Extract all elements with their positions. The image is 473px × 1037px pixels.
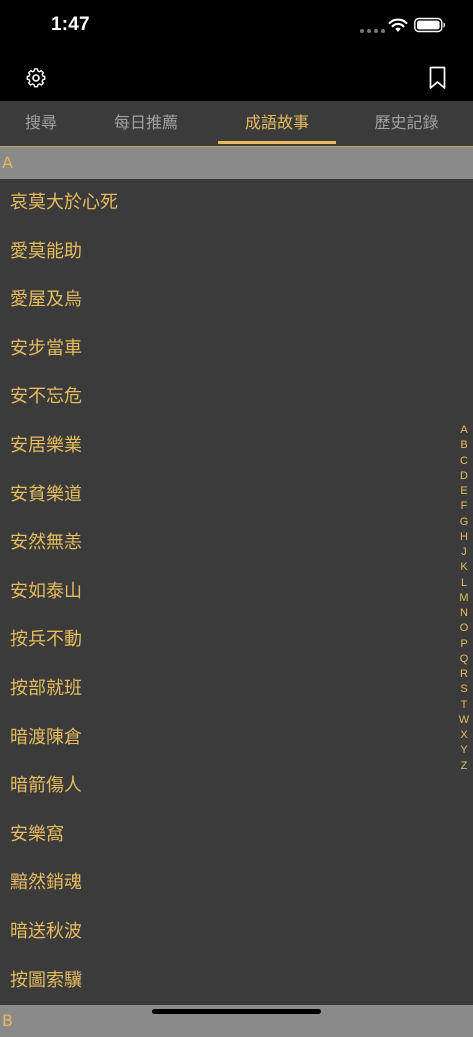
list-item[interactable]: 暗渡陳倉 bbox=[0, 714, 455, 763]
list-item[interactable]: 愛屋及烏 bbox=[0, 276, 455, 325]
navigation-bar bbox=[0, 54, 473, 101]
index-letter-o[interactable]: O bbox=[455, 621, 473, 636]
index-letter-j[interactable]: J bbox=[455, 545, 473, 560]
list-item[interactable]: 按圖索驥 bbox=[0, 957, 455, 1006]
index-letter-s[interactable]: S bbox=[455, 682, 473, 697]
cellular-signal-icon bbox=[360, 29, 386, 35]
tab-search[interactable]: 搜尋 bbox=[0, 101, 82, 146]
wifi-icon bbox=[388, 18, 408, 32]
index-letter-t[interactable]: T bbox=[455, 698, 473, 713]
idiom-list: 哀莫大於心死 愛莫能助 愛屋及烏 安步當車 安不忘危 安居樂業 安貧樂道 安然無… bbox=[0, 179, 455, 1005]
index-letter-p[interactable]: P bbox=[455, 637, 473, 652]
index-letter-y[interactable]: Y bbox=[455, 743, 473, 758]
index-letter-m[interactable]: M bbox=[455, 591, 473, 606]
list-item[interactable]: 安不忘危 bbox=[0, 373, 455, 422]
index-letter-b[interactable]: B bbox=[455, 438, 473, 453]
index-letter-g[interactable]: G bbox=[455, 515, 473, 530]
list-item[interactable]: 安步當車 bbox=[0, 325, 455, 374]
list-item[interactable]: 安如泰山 bbox=[0, 568, 455, 617]
list-item[interactable]: 黯然銷魂 bbox=[0, 859, 455, 908]
list-item[interactable]: 哀莫大於心死 bbox=[0, 179, 455, 228]
index-letter-r[interactable]: R bbox=[455, 667, 473, 682]
battery-icon bbox=[414, 17, 445, 33]
list-item[interactable]: 安貧樂道 bbox=[0, 471, 455, 520]
home-indicator bbox=[152, 1009, 321, 1014]
tab-daily-recommendation[interactable]: 每日推薦 bbox=[82, 101, 210, 146]
tab-history[interactable]: 歷史記錄 bbox=[340, 101, 473, 146]
list-item[interactable]: 暗送秋波 bbox=[0, 908, 455, 957]
index-letter-x[interactable]: X bbox=[455, 728, 473, 743]
index-letter-n[interactable]: N bbox=[455, 606, 473, 621]
list-item[interactable]: 安樂窩 bbox=[0, 811, 455, 860]
alphabet-index-bar[interactable]: A B C D E F G H J K L M N O P Q R S T W … bbox=[455, 423, 473, 774]
index-letter-f[interactable]: F bbox=[455, 499, 473, 514]
index-letter-e[interactable]: E bbox=[455, 484, 473, 499]
index-letter-h[interactable]: H bbox=[455, 530, 473, 545]
section-header-a: A bbox=[0, 147, 473, 179]
list-item[interactable]: 按部就班 bbox=[0, 665, 455, 714]
settings-button[interactable] bbox=[22, 64, 50, 92]
list-item[interactable]: 安居樂業 bbox=[0, 422, 455, 471]
list-item[interactable]: 安然無恙 bbox=[0, 519, 455, 568]
index-letter-z[interactable]: Z bbox=[455, 759, 473, 774]
index-letter-c[interactable]: C bbox=[455, 454, 473, 469]
index-letter-d[interactable]: D bbox=[455, 469, 473, 484]
bookmark-icon bbox=[429, 66, 446, 89]
status-bar: 1:47 bbox=[0, 0, 473, 54]
list-item[interactable]: 暗箭傷人 bbox=[0, 762, 455, 811]
index-letter-k[interactable]: K bbox=[455, 560, 473, 575]
status-time: 1:47 bbox=[51, 14, 90, 35]
bookmark-button[interactable] bbox=[424, 64, 452, 92]
index-letter-w[interactable]: W bbox=[455, 713, 473, 728]
active-tab-indicator bbox=[218, 141, 336, 144]
index-letter-l[interactable]: L bbox=[455, 576, 473, 591]
index-letter-a[interactable]: A bbox=[455, 423, 473, 438]
tab-idiom-stories[interactable]: 成語故事 bbox=[218, 101, 336, 146]
gear-icon bbox=[26, 68, 46, 88]
list-item[interactable]: 愛莫能助 bbox=[0, 228, 455, 277]
index-letter-q[interactable]: Q bbox=[455, 652, 473, 667]
list-item[interactable]: 按兵不動 bbox=[0, 616, 455, 665]
